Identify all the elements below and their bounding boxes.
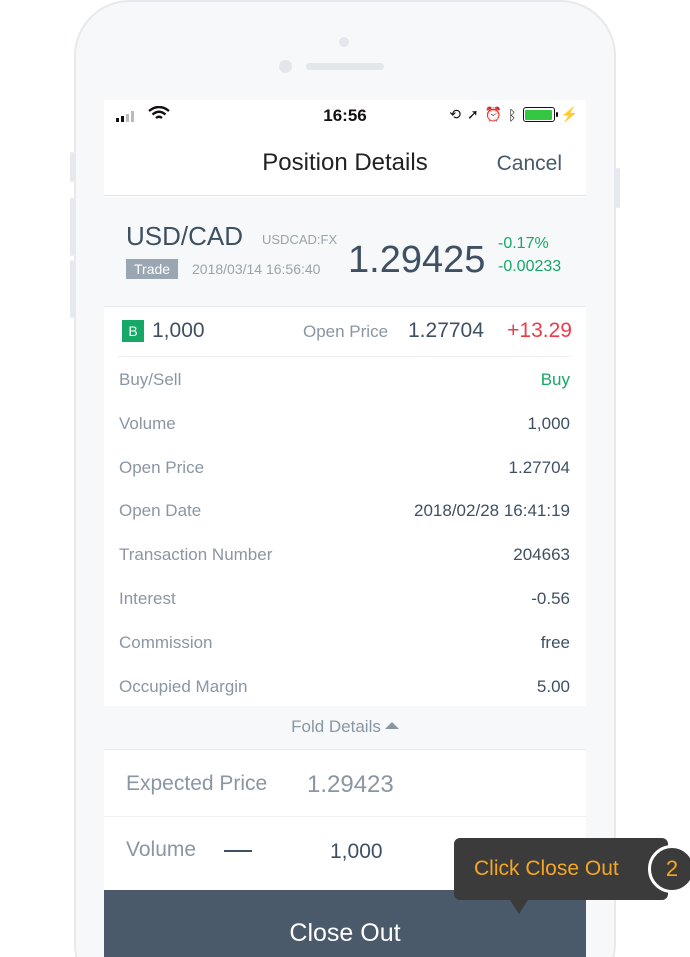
expected-price-label: Expected Price (126, 772, 268, 795)
detail-label: Interest (119, 588, 176, 608)
detail-label: Buy/Sell (119, 370, 182, 389)
detail-row-volume: Volume 1,000 (118, 401, 572, 445)
status-bar: 16:56 ⟲ ➚ ⏰ ᛒ ⚡ (104, 100, 586, 132)
detail-value: 1,000 (527, 413, 570, 433)
position-summary: B 1,000 Open Price 1.27704 +13.29 (118, 307, 572, 357)
detail-label: Transaction Number (119, 545, 273, 565)
alarm-icon: ⏰ (484, 106, 503, 122)
earpiece-speaker (306, 63, 384, 70)
front-camera (339, 37, 349, 47)
detail-row-occupied-margin: Occupied Margin 5.00 (118, 664, 572, 708)
sensor-dot (279, 60, 292, 73)
trade-badge: Trade (126, 259, 179, 279)
charging-icon: ⚡ (560, 106, 578, 122)
detail-value: -0.56 (531, 588, 570, 608)
detail-value: Buy (540, 370, 570, 389)
volume-input[interactable]: 1,000 (330, 840, 383, 864)
quote-panel: USD/CAD USDCAD:FX Trade 2018/03/14 16:56… (104, 197, 586, 307)
detail-value: 5.00 (536, 676, 570, 696)
position-volume: 1,000 (152, 319, 205, 342)
expected-price-row: Expected Price 1.29423 (104, 751, 586, 817)
minus-icon[interactable] (224, 850, 252, 852)
nav-bar: Position Details Cancel (104, 132, 586, 196)
buy-side-badge: B (122, 320, 144, 342)
app-screen: 16:56 ⟲ ➚ ⏰ ᛒ ⚡ Position Details Cancel … (104, 100, 586, 957)
detail-value: free (540, 632, 570, 652)
detail-label: Commission (119, 632, 213, 652)
expected-price-value: 1.29423 (307, 771, 394, 798)
fold-details-toggle[interactable]: Fold Details (104, 706, 586, 750)
detail-label: Volume (119, 413, 176, 433)
detail-row-transaction-number: Transaction Number 204663 (118, 532, 572, 576)
mute-switch (70, 152, 74, 182)
battery-icon (522, 107, 558, 122)
detail-row-open-price: Open Price 1.27704 (118, 445, 572, 489)
detail-label: Occupied Margin (119, 676, 248, 696)
volume-up-button (70, 198, 74, 256)
quote-timestamp: 2018/03/14 16:56:40 (192, 261, 321, 277)
tooltip-text: Click Close Out (474, 857, 619, 880)
profit-loss: +13.29 (507, 319, 572, 342)
open-price-label: Open Price (303, 322, 389, 341)
tutorial-tooltip: Click Close Out 2 (454, 838, 690, 914)
detail-row-open-date: Open Date 2018/02/28 16:41:19 (118, 488, 572, 532)
status-icons: ⟲ ➚ ⏰ ᛒ ⚡ (449, 106, 578, 123)
details-list: Buy/Sell Buy Volume 1,000 Open Price 1.2… (118, 357, 572, 707)
detail-label: Open Date (119, 501, 202, 521)
detail-row-commission: Commission free (118, 620, 572, 664)
change-value: -0.00233 (498, 258, 562, 275)
symbol-code: USDCAD:FX (262, 232, 338, 247)
current-price: 1.29425 (348, 239, 486, 281)
detail-row-interest: Interest -0.56 (118, 576, 572, 620)
change-percent: -0.17% (498, 235, 549, 252)
tutorial-stage: 16:56 ⟲ ➚ ⏰ ᛒ ⚡ Position Details Cancel … (0, 0, 690, 957)
location-icon: ➚ (466, 106, 479, 122)
fold-details-label: Fold Details (291, 717, 381, 736)
open-price-value: 1.27704 (408, 319, 484, 342)
bluetooth-icon: ᛒ (508, 106, 517, 123)
power-button (616, 168, 620, 208)
step-number-badge: 2 (648, 845, 690, 893)
detail-value: 2018/02/28 16:41:19 (414, 501, 570, 521)
volume-label: Volume (126, 838, 197, 861)
volume-down-button (70, 260, 74, 318)
cancel-button[interactable]: Cancel (497, 152, 562, 176)
rotation-lock-icon: ⟲ (449, 106, 461, 122)
detail-value: 1.27704 (508, 457, 570, 477)
caret-up-icon (384, 722, 399, 729)
detail-row-buy-sell: Buy/Sell Buy (118, 357, 572, 401)
detail-value: 204663 (513, 545, 570, 565)
detail-label: Open Price (119, 457, 205, 477)
symbol-name: USD/CAD (126, 221, 244, 251)
